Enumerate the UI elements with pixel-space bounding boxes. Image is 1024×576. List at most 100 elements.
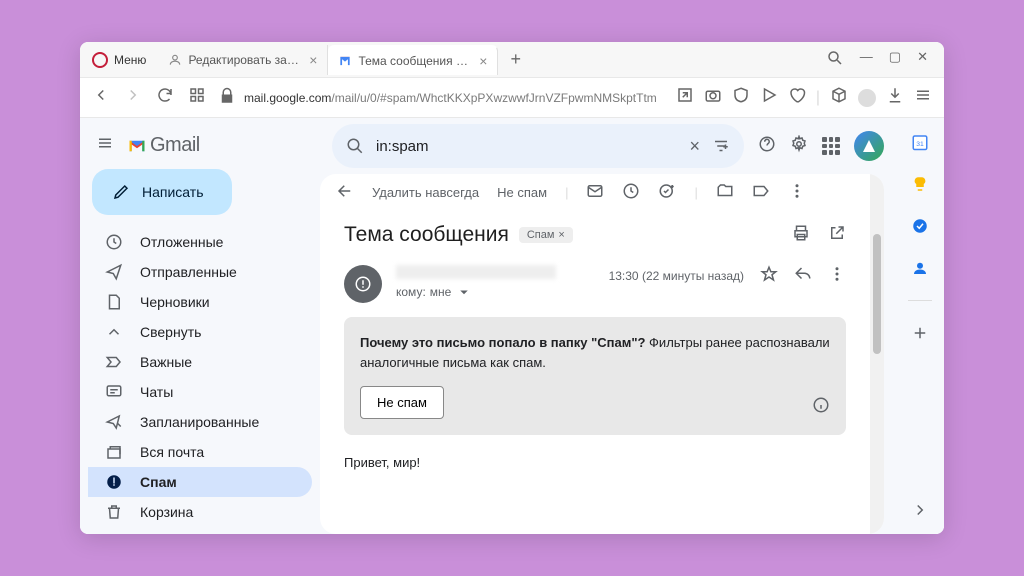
cube-icon[interactable] xyxy=(830,86,848,109)
compose-button[interactable]: Написать xyxy=(92,169,232,215)
message-time: 13:30 (22 минуты назад) xyxy=(609,269,744,283)
search-input[interactable] xyxy=(376,138,677,155)
shield-icon[interactable] xyxy=(732,86,750,109)
star-icon[interactable] xyxy=(760,265,778,286)
tasks-icon[interactable] xyxy=(910,216,930,236)
sender-avatar[interactable] xyxy=(344,265,382,303)
menu-icon[interactable] xyxy=(914,86,932,109)
spam-chip[interactable]: Спам× xyxy=(519,227,573,243)
folder-sent[interactable]: Отправленные xyxy=(88,257,312,287)
play-icon[interactable] xyxy=(760,86,778,109)
folder-spam[interactable]: Спам xyxy=(88,467,312,497)
reply-icon[interactable] xyxy=(794,265,812,286)
more-icon[interactable] xyxy=(788,182,806,203)
folder-important[interactable]: Важные xyxy=(88,347,312,377)
add-task-icon[interactable] xyxy=(658,182,676,203)
tab-title: Редактировать запись "Li xyxy=(188,53,299,67)
print-icon[interactable] xyxy=(792,224,810,247)
heart-icon[interactable] xyxy=(788,86,806,109)
speed-dial-icon[interactable] xyxy=(188,86,206,109)
gmail-app: Gmail Написать Отложенные Отправленные Ч… xyxy=(80,118,944,534)
more-icon[interactable] xyxy=(828,265,846,286)
browser-tab[interactable]: Редактировать запись "Li × xyxy=(158,45,328,75)
scrollbar-thumb[interactable] xyxy=(873,234,881,354)
gmail-header: Gmail xyxy=(80,126,320,165)
folder-label: Корзина xyxy=(140,504,193,520)
folder-drafts[interactable]: Черновики xyxy=(88,287,312,317)
share-icon[interactable] xyxy=(676,86,694,109)
banner-not-spam-button[interactable]: Не спам xyxy=(360,386,444,419)
subject-actions xyxy=(792,224,846,247)
sender-name-redacted xyxy=(396,265,556,279)
reload-button[interactable] xyxy=(156,86,174,109)
browser-tab-active[interactable]: Тема сообщения - mikim1 × xyxy=(328,45,498,75)
separator xyxy=(908,300,932,301)
folder-collapse[interactable]: Свернуть xyxy=(88,317,312,347)
mark-unread-icon[interactable] xyxy=(586,182,604,203)
search-row: × xyxy=(320,118,896,174)
gmail-logo[interactable]: Gmail xyxy=(128,134,200,157)
info-icon[interactable] xyxy=(812,396,830,419)
settings-icon[interactable] xyxy=(790,135,808,158)
search-icon[interactable] xyxy=(826,49,844,70)
main-panel: × Удалить навсегда Не спам | xyxy=(320,118,896,534)
tab-close-icon[interactable]: × xyxy=(479,53,487,69)
download-icon[interactable] xyxy=(886,86,904,109)
compose-label: Написать xyxy=(142,184,203,200)
profile-avatar[interactable] xyxy=(858,89,876,107)
search-field[interactable]: × xyxy=(332,124,744,168)
folder-label: Вся почта xyxy=(140,444,204,460)
svg-text:31: 31 xyxy=(916,141,924,148)
nav-buttons xyxy=(92,86,206,109)
forward-button[interactable] xyxy=(124,86,142,109)
apps-icon[interactable] xyxy=(822,137,840,155)
delete-forever-button[interactable]: Удалить навсегда xyxy=(372,185,479,200)
snooze-icon[interactable] xyxy=(622,182,640,203)
folder-chats[interactable]: Чаты xyxy=(88,377,312,407)
clear-search-icon[interactable]: × xyxy=(689,136,700,157)
spam-banner: Почему это письмо попало в папку "Спам"?… xyxy=(344,317,846,435)
contacts-icon[interactable] xyxy=(910,258,930,278)
filter-icon[interactable] xyxy=(712,137,730,155)
folder-scheduled[interactable]: Запланированные xyxy=(88,407,312,437)
opera-icon xyxy=(92,52,108,68)
minimize-button[interactable]: — xyxy=(860,49,873,70)
opera-menu-button[interactable]: Меню xyxy=(80,42,158,77)
folder-allmail[interactable]: Вся почта xyxy=(88,437,312,467)
keep-icon[interactable] xyxy=(910,174,930,194)
collapse-panel-icon[interactable] xyxy=(910,500,930,520)
account-avatar[interactable] xyxy=(854,131,884,161)
move-icon[interactable] xyxy=(716,182,734,203)
open-new-icon[interactable] xyxy=(828,224,846,247)
browser-titlebar: Меню Редактировать запись "Li × Тема соо… xyxy=(80,42,944,78)
url-field[interactable]: mail.google.com/mail/u/0/#spam/WhctKKXpP… xyxy=(218,87,664,108)
chip-close-icon[interactable]: × xyxy=(558,229,564,241)
folder-trash[interactable]: Корзина xyxy=(88,497,312,527)
send-icon xyxy=(104,263,124,281)
close-button[interactable]: ✕ xyxy=(917,49,928,70)
sender-to[interactable]: кому: мне xyxy=(396,283,595,301)
label-icon[interactable] xyxy=(752,182,770,203)
subject-row: Тема сообщения Спам× xyxy=(344,223,846,247)
folder-label: Спам xyxy=(140,474,177,490)
back-icon[interactable] xyxy=(336,182,354,203)
camera-icon[interactable] xyxy=(704,86,722,109)
new-tab-button[interactable]: + xyxy=(498,49,533,70)
folder-label: Отправленные xyxy=(140,264,237,280)
help-icon[interactable] xyxy=(758,135,776,158)
folder-snoozed[interactable]: Отложенные xyxy=(88,227,312,257)
tab-close-icon[interactable]: × xyxy=(309,52,317,68)
hamburger-icon[interactable] xyxy=(96,134,114,157)
address-bar: mail.google.com/mail/u/0/#spam/WhctKKXpP… xyxy=(80,78,944,118)
maximize-button[interactable]: ▢ xyxy=(889,49,901,70)
scrollbar[interactable] xyxy=(870,174,884,534)
calendar-icon[interactable]: 31 xyxy=(910,132,930,152)
sender-meta: 13:30 (22 минуты назад) xyxy=(609,265,846,286)
gmail-logo-icon xyxy=(128,137,146,155)
not-spam-button[interactable]: Не спам xyxy=(497,185,547,200)
folder-label: Черновики xyxy=(140,294,210,310)
add-app-icon[interactable] xyxy=(910,323,930,343)
scheduled-icon xyxy=(104,413,124,431)
gmail-favicon-icon xyxy=(338,54,352,68)
back-button[interactable] xyxy=(92,86,110,109)
